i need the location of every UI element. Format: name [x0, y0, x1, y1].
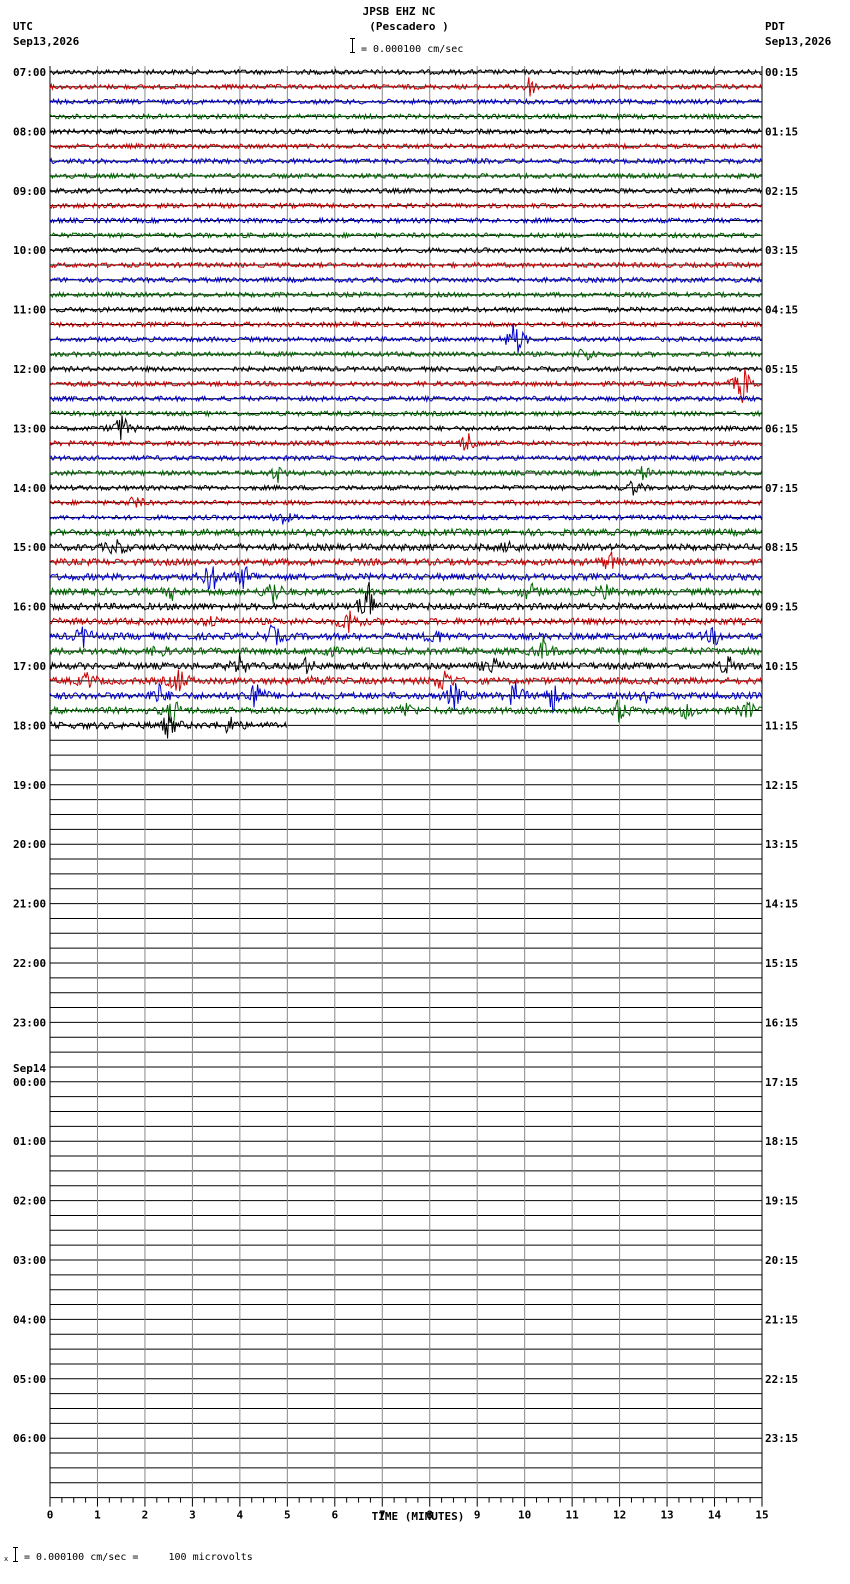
left-hour-label: 23:00	[13, 1016, 46, 1029]
trace-row	[49, 415, 762, 441]
right-hour-label: 01:15	[765, 125, 798, 138]
right-hour-label: 03:15	[765, 244, 798, 257]
right-hour-label: 06:15	[765, 422, 798, 435]
right-hour-label: 10:15	[765, 660, 798, 673]
left-hour-label: 05:00	[13, 1373, 46, 1386]
right-hour-label: 18:15	[765, 1135, 798, 1148]
left-hour-label: 09:00	[13, 185, 46, 198]
left-hour-label: 21:00	[13, 898, 46, 911]
trace-row	[49, 433, 762, 451]
grid-lines	[49, 66, 763, 1499]
x-tick-label: 11	[566, 1509, 580, 1522]
left-hour-label: 16:00	[13, 601, 46, 614]
right-hour-label: 07:15	[765, 482, 798, 495]
right-hour-label: 00:15	[765, 66, 798, 79]
right-hour-label: 05:15	[765, 363, 798, 376]
trace-row	[49, 699, 762, 727]
right-hour-label: 16:15	[765, 1016, 798, 1029]
left-hour-label: 20:00	[13, 838, 46, 851]
right-hour-label: 22:15	[765, 1373, 798, 1386]
right-hour-label: 23:15	[765, 1432, 798, 1445]
left-hour-label: 17:00	[13, 660, 46, 673]
x-tick-label: 1	[94, 1509, 101, 1522]
right-hour-label: 12:15	[765, 779, 798, 792]
x-tick-label: 12	[613, 1509, 626, 1522]
trace-row	[49, 581, 763, 615]
trace-row	[49, 582, 762, 604]
footer-scale-label: = 0.000100 cm/sec = 100 microvolts	[24, 1552, 253, 1563]
right-hour-label: 11:15	[765, 719, 798, 732]
left-hour-label: 00:00	[13, 1076, 46, 1089]
x-tick-label: 14	[708, 1509, 722, 1522]
x-tick-label: 10	[518, 1509, 531, 1522]
left-hour-label: 22:00	[13, 957, 46, 970]
x-tick-label: 15	[755, 1509, 768, 1522]
x-tick-label: 6	[331, 1509, 338, 1522]
footer-scale-icon: x	[4, 1547, 18, 1563]
right-hour-label: 20:15	[765, 1254, 798, 1267]
trace-row	[49, 466, 763, 484]
left-hour-label: 08:00	[13, 125, 46, 138]
right-hour-label: 13:15	[765, 838, 798, 851]
x-tick-label: 13	[660, 1509, 673, 1522]
right-hour-label: 14:15	[765, 898, 798, 911]
x-tick-label: 9	[474, 1509, 481, 1522]
right-hour-label: 17:15	[765, 1076, 798, 1089]
right-hour-label: 21:15	[765, 1313, 798, 1326]
right-hour-label: 15:15	[765, 957, 798, 970]
x-tick-label: 3	[189, 1509, 196, 1522]
trace-row	[50, 323, 762, 354]
left-hour-label: 10:00	[13, 244, 46, 257]
left-hour-label: 13:00	[13, 422, 46, 435]
right-hour-label: 19:15	[765, 1195, 798, 1208]
trace-row	[49, 512, 763, 525]
right-hour-label: 04:15	[765, 304, 798, 317]
trace-row	[49, 539, 762, 555]
trace-row	[49, 653, 763, 675]
left-hour-label: 03:00	[13, 1254, 46, 1267]
x-tick-label: 0	[47, 1509, 54, 1522]
left-hour-label: 12:00	[13, 363, 46, 376]
left-hour-label: 15:00	[13, 541, 46, 554]
left-hour-label: 18:00	[13, 719, 46, 732]
x-tick-label: 5	[284, 1509, 291, 1522]
trace-group	[49, 68, 763, 739]
trace-row	[49, 565, 763, 591]
left-hour-label: 02:00	[13, 1195, 46, 1208]
left-hour-label: 06:00	[13, 1432, 46, 1445]
x-axis-label: TIME (MINUTES)	[371, 1510, 465, 1523]
trace-row	[49, 636, 762, 659]
day-change-label: Sep14	[13, 1062, 46, 1075]
left-hour-label: 14:00	[13, 482, 46, 495]
right-hour-label: 09:15	[765, 601, 798, 614]
left-hour-label: 01:00	[13, 1135, 46, 1148]
seismogram-plot: 0 1 2 3 4 5 6 7 8 9 10 11 12 13 14 15 07:0008:0009:0010…	[13, 66, 798, 1522]
trace-row	[49, 551, 763, 570]
left-hour-label: 04:00	[13, 1313, 46, 1326]
x-tick-label: 4	[237, 1509, 244, 1522]
right-hour-label: 02:15	[765, 185, 798, 198]
right-hour-label: 08:15	[765, 541, 798, 554]
left-hour-label: 11:00	[13, 304, 46, 317]
left-hour-label: 07:00	[13, 66, 46, 79]
x-tick-label: 2	[142, 1509, 149, 1522]
trace-row	[49, 480, 762, 496]
left-hour-label: 19:00	[13, 779, 46, 792]
